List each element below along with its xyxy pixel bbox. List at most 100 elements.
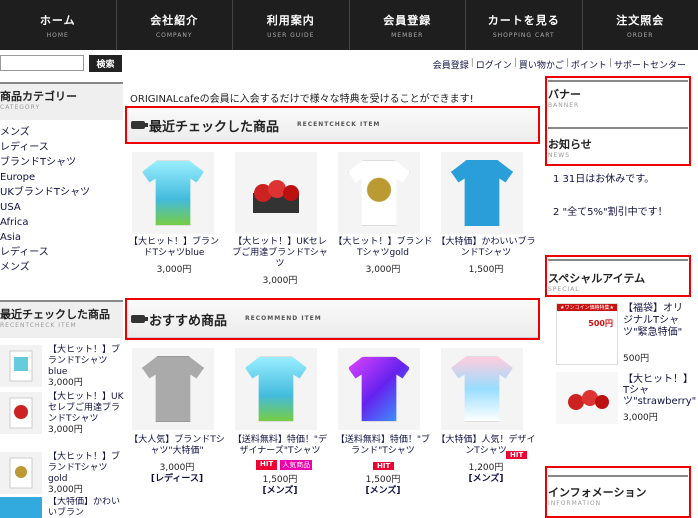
- category-item[interactable]: Asia: [0, 230, 123, 245]
- category-item[interactable]: メンズ: [0, 260, 123, 275]
- product-image[interactable]: [235, 348, 317, 430]
- product-name[interactable]: 【大ヒット！】ブランドTシャツgold: [333, 237, 433, 259]
- product-image[interactable]: [556, 372, 618, 424]
- banner-title-text: バナー: [548, 88, 581, 101]
- product-price: 3,000円: [156, 265, 192, 275]
- nav-cart[interactable]: カートを見る SHOPPING CART: [466, 0, 583, 50]
- util-point-link[interactable]: ポイント: [571, 58, 607, 71]
- recommend-section-title: おすすめ商品: [149, 314, 228, 329]
- product-image[interactable]: [441, 152, 523, 234]
- product-image[interactable]: [132, 152, 214, 234]
- left-recent-item[interactable]: 【大ヒット！】ブランドTシャツblue 3,000円: [0, 345, 125, 395]
- nav-label: カートを見る: [487, 13, 560, 27]
- product-name[interactable]: 【大ヒット！】UKセレブご用達ブランドTシャツ: [48, 392, 126, 425]
- category-item[interactable]: ブランドTシャツ: [0, 155, 123, 170]
- nav-label: 注文照会: [616, 13, 665, 27]
- nav-user-guide[interactable]: 利用案内 USER GUIDE: [233, 0, 350, 50]
- news-subtitle: NEWS: [548, 152, 571, 159]
- left-recent-text: 【大特価】かわいいブラン: [48, 497, 125, 518]
- nav-company[interactable]: 会社紹介 COMPANY: [117, 0, 233, 50]
- category-link[interactable]: [レディース]: [127, 471, 227, 484]
- category-item[interactable]: レディース: [0, 245, 123, 260]
- product-image[interactable]: [235, 152, 317, 234]
- product-thumbnail[interactable]: [0, 497, 42, 518]
- category-item[interactable]: USA: [0, 200, 123, 215]
- left-recent-item[interactable]: 【大特価】かわいいブラン: [0, 497, 125, 518]
- left-recent-header: 最近チェックした商品 RECENTCHECK ITEM: [0, 300, 123, 338]
- product-image[interactable]: [338, 152, 420, 234]
- nav-member[interactable]: 会員登録 MEMBER: [350, 0, 466, 50]
- nav-order[interactable]: 注文照会 ORDER: [583, 0, 698, 50]
- recent-section-header: 最近チェックした商品 RECENTCHECK ITEM: [127, 106, 540, 144]
- category-item[interactable]: UKブランドTシャツ: [0, 185, 123, 200]
- left-recent-title: 最近チェックした商品: [0, 308, 110, 321]
- product-name[interactable]: 【送料無料】特価！"デザイナーズ"Tシャツ: [230, 435, 330, 457]
- product-image[interactable]: [441, 348, 523, 430]
- category-item[interactable]: レディース: [0, 140, 123, 155]
- search-input[interactable]: [0, 55, 84, 71]
- util-register-link[interactable]: 会員登録: [433, 58, 469, 71]
- left-recent-item[interactable]: 【大ヒット！】ブランドTシャツgold 3,000円: [0, 452, 125, 502]
- product-thumbnail[interactable]: [0, 345, 42, 387]
- nav-sublabel: HOME: [46, 31, 69, 39]
- nav-label: 会員登録: [383, 13, 432, 27]
- product-thumbnail[interactable]: [0, 392, 42, 434]
- category-item[interactable]: Europe: [0, 170, 123, 185]
- news-item[interactable]: 1 31日はお休みです。: [553, 170, 654, 185]
- badge-row: HIT: [506, 449, 528, 460]
- special-title-text: スペシャルアイテム: [548, 272, 646, 285]
- banner-subtitle: BANNER: [548, 102, 580, 109]
- util-login-link[interactable]: ログイン: [476, 58, 512, 71]
- recent-section-subtitle: RECENTCHECK ITEM: [297, 121, 381, 128]
- left-recent-text: 【大ヒット！】UKセレブご用達ブランドTシャツ 3,000円: [48, 392, 126, 436]
- util-separator: |: [608, 58, 612, 68]
- nav-home[interactable]: ホーム HOME: [0, 0, 117, 50]
- hit-badge: HIT: [373, 462, 395, 470]
- nav-sublabel: COMPANY: [155, 31, 193, 39]
- left-recent-text: 【大ヒット！】ブランドTシャツgold 3,000円: [48, 452, 126, 496]
- category-link[interactable]: [メンズ]: [333, 483, 433, 496]
- left-recent-subtitle: RECENTCHECK ITEM: [0, 322, 77, 329]
- util-separator: |: [470, 58, 474, 68]
- util-cart-link[interactable]: 買い物かご: [519, 58, 564, 71]
- product-name[interactable]: 【大ヒット！】ブランドTシャツblue: [127, 237, 221, 259]
- product-name[interactable]: 【大ヒット！】ブランドTシャツblue: [48, 345, 126, 378]
- product-thumbnail[interactable]: [0, 452, 42, 494]
- category-link[interactable]: [メンズ]: [436, 471, 536, 484]
- nav-label: 利用案内: [266, 13, 315, 27]
- popular-badge: 人気商品: [280, 460, 313, 470]
- product-name[interactable]: 【送料無料】特価！"ブランド"Tシャツ: [333, 435, 433, 457]
- section-bar-icon: [131, 121, 148, 129]
- banner-title: バナー BANNER: [548, 86, 690, 109]
- search-button[interactable]: 検索: [89, 55, 122, 72]
- special-title: スペシャルアイテム SPECIAL: [548, 270, 690, 293]
- product-name[interactable]: 【大ヒット！】ブランドTシャツgold: [48, 452, 126, 485]
- product-name[interactable]: 【大ヒット！】Tシャツ"strawberry": [623, 374, 696, 407]
- product-name[interactable]: 【大人気】ブランドTシャツ"大特価": [127, 435, 227, 457]
- product-image[interactable]: [338, 348, 420, 430]
- news-item[interactable]: 2 "全て5%"割引中です！: [553, 203, 668, 218]
- news-title-text: お知らせ: [548, 138, 592, 151]
- product-price: 3,000円: [262, 276, 298, 286]
- product-name[interactable]: 【大ヒット！】UKセレブご用達ブランドTシャツ: [230, 237, 330, 270]
- left-recent-text: 【大ヒット！】ブランドTシャツblue 3,000円: [48, 345, 126, 389]
- nav-sublabel: ORDER: [627, 31, 654, 39]
- utility-links: 会員登録 | ログイン | 買い物かご | ポイント | サポートセンター: [433, 58, 686, 71]
- category-link[interactable]: [メンズ]: [230, 483, 330, 496]
- util-support-link[interactable]: サポートセンター: [614, 58, 686, 71]
- special-subtitle: SPECIAL: [548, 286, 580, 293]
- product-image[interactable]: [132, 348, 214, 430]
- category-item[interactable]: メンズ: [0, 125, 123, 140]
- nav-sublabel: MEMBER: [391, 31, 424, 39]
- badge-row: HIT: [373, 460, 395, 471]
- product-name[interactable]: 【大特価】かわいいブラン: [48, 497, 125, 518]
- info-subtitle: INFORMATION: [548, 500, 602, 507]
- product-price: 1,500円: [468, 265, 504, 275]
- nav-label: ホーム: [39, 13, 76, 27]
- category-list: メンズ レディース ブランドTシャツ Europe UKブランドTシャツ USA…: [0, 125, 123, 275]
- product-name[interactable]: 【大特価】かわいいブランドTシャツ: [436, 237, 536, 259]
- product-image[interactable]: ★ワンコイン価格特集★ 500円: [556, 303, 618, 365]
- left-recent-item[interactable]: 【大ヒット！】UKセレブご用達ブランドTシャツ 3,000円: [0, 392, 125, 452]
- category-item[interactable]: Africa: [0, 215, 123, 230]
- product-name[interactable]: 【福袋】オリジナルTシャツ"緊急特価": [623, 303, 689, 339]
